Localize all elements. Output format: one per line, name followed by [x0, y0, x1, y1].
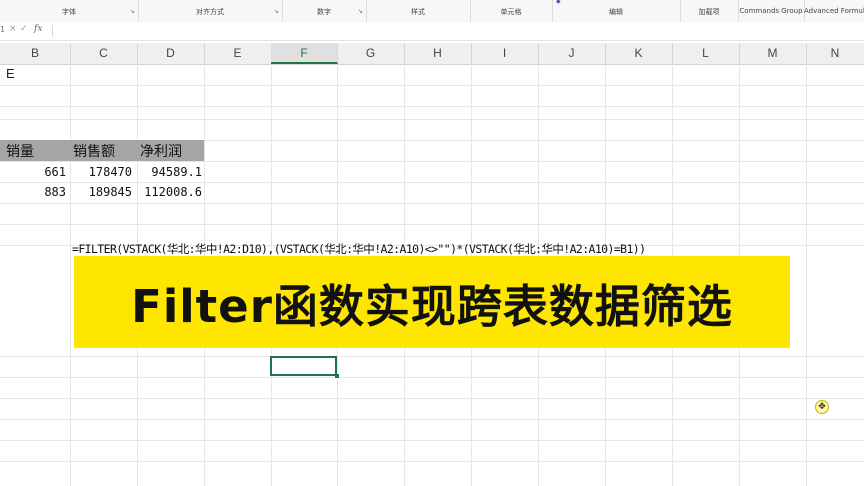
fill-handle[interactable] [335, 374, 339, 378]
ribbon-group-cells: 单元格 [470, 0, 553, 22]
active-cell-selection[interactable] [270, 356, 337, 376]
gridline [0, 119, 864, 120]
cancel-icon[interactable]: × [9, 24, 17, 34]
gridline [0, 203, 864, 204]
insert-function-icon[interactable]: fx [34, 24, 42, 34]
ribbon-group-labels: 字体 ↘ 对齐方式 ↘ 数字 ↘ 样式 单元格 编辑 加载项 Commands … [0, 0, 864, 23]
ribbon-group-label: Commands Group [739, 7, 803, 15]
result-header-sales-amount[interactable]: 销售额 [73, 141, 115, 161]
column-header-j[interactable]: J [538, 43, 606, 64]
ribbon-group-number: 数字 ↘ [282, 0, 367, 22]
table-cell[interactable]: 883 [0, 185, 66, 199]
formula-bar-divider [52, 25, 53, 37]
dialog-launcher-icon[interactable]: ↘ [274, 9, 279, 15]
column-header-k[interactable]: K [605, 43, 673, 64]
ribbon-group-alignment: 对齐方式 ↘ [138, 0, 283, 22]
gridline [0, 398, 864, 399]
column-header-d[interactable]: D [137, 43, 205, 64]
ribbon-group-label: 对齐方式 [196, 8, 224, 16]
ribbon-group-label: 单元格 [500, 8, 522, 16]
table-cell[interactable]: 94589.1 [137, 165, 202, 179]
formula-text-cell[interactable]: =FILTER(VSTACK(华北:华中!A2:D10),(VSTACK(华北:… [72, 241, 646, 257]
ribbon-group-label: Advanced Formula [804, 7, 864, 15]
gridline [70, 64, 71, 486]
result-header-net-profit[interactable]: 净利润 [140, 141, 182, 161]
mouse-cursor-icon: ✥ [815, 400, 829, 414]
gridline [0, 224, 864, 225]
column-header-n[interactable]: N [806, 43, 864, 64]
ribbon-group-addins: 加载项 [680, 0, 739, 22]
confirm-icon[interactable]: ✓ [20, 24, 28, 34]
ribbon-group-editing: 编辑 [552, 0, 681, 22]
gridline [0, 106, 864, 107]
column-header-row: B C D E F G H I J K L M N [0, 43, 864, 65]
gridline [0, 419, 864, 420]
banner-title: Filter函数实现跨表数据筛选 [131, 280, 733, 333]
clear-icon[interactable]: ◆ [556, 0, 561, 5]
gridline [0, 182, 864, 183]
dialog-launcher-icon[interactable]: ↘ [130, 9, 135, 15]
ribbon-group-label: 样式 [411, 8, 425, 16]
name-box[interactable]: 1 [0, 25, 5, 37]
table-cell[interactable]: 178470 [70, 165, 132, 179]
column-header-c[interactable]: C [70, 43, 138, 64]
column-header-e[interactable]: E [204, 43, 272, 64]
title-banner: Filter函数实现跨表数据筛选 [74, 256, 790, 348]
ribbon-group-label: 字体 [62, 8, 76, 16]
gridline [806, 64, 807, 486]
gridline [0, 461, 864, 462]
formula-bar: 1 × ✓ fx [0, 22, 864, 41]
column-header-h[interactable]: H [404, 43, 472, 64]
result-header-sales-volume[interactable]: 销量 [6, 141, 34, 161]
table-cell[interactable]: 112008.6 [137, 185, 202, 199]
column-header-b[interactable]: B [0, 43, 71, 64]
ribbon-group-label: 数字 [317, 8, 331, 16]
worksheet-grid[interactable]: E 销量 销售额 净利润 661 178470 94589.1 883 1898… [0, 64, 864, 486]
gridline [0, 161, 864, 162]
gridline [0, 356, 864, 357]
cell-b1[interactable]: E [6, 66, 15, 81]
column-header-m[interactable]: M [739, 43, 807, 64]
gridline [0, 440, 864, 441]
ribbon-group-font: 字体 ↘ [0, 0, 139, 22]
table-cell[interactable]: 661 [0, 165, 66, 179]
ribbon-group-advanced-formula: Advanced Formula [804, 0, 864, 22]
column-header-i[interactable]: I [471, 43, 539, 64]
column-header-g[interactable]: G [337, 43, 405, 64]
gridline [0, 85, 864, 86]
ribbon-group-label: 编辑 [609, 8, 623, 16]
gridline [0, 377, 864, 378]
dialog-launcher-icon[interactable]: ↘ [358, 9, 363, 15]
ribbon-group-styles: 样式 [366, 0, 471, 22]
column-header-f[interactable]: F [271, 43, 338, 64]
column-header-l[interactable]: L [672, 43, 740, 64]
ribbon-group-commands: Commands Group [738, 0, 805, 22]
ribbon-group-label: 加载项 [698, 8, 720, 16]
table-cell[interactable]: 189845 [70, 185, 132, 199]
formula-input[interactable] [58, 24, 848, 38]
